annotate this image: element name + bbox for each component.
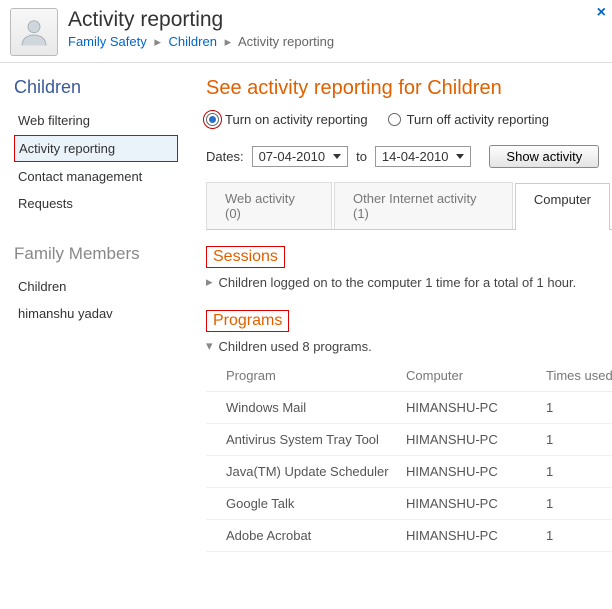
sidebar: Children Web filtering Activity reportin… (0, 63, 178, 552)
breadcrumb-root[interactable]: Family Safety (68, 34, 147, 49)
cell-program: Java(TM) Update Scheduler (226, 464, 406, 479)
cell-program: Antivirus System Tray Tool (226, 432, 406, 447)
table-row: Java(TM) Update Scheduler HIMANSHU-PC 1 (206, 456, 612, 488)
sidebar-item-web-filtering[interactable]: Web filtering (14, 108, 178, 133)
collapse-icon[interactable] (206, 338, 213, 354)
header: Activity reporting Family Safety ▸ Child… (0, 0, 612, 63)
cell-times: 1 (546, 400, 612, 415)
sessions-text: Children logged on to the computer 1 tim… (219, 275, 577, 290)
col-times-used: Times used (546, 368, 612, 383)
chevron-down-icon (333, 154, 341, 159)
close-icon[interactable]: × (597, 4, 606, 22)
table-row: Windows Mail HIMANSHU-PC 1 (206, 392, 612, 424)
cell-program: Windows Mail (226, 400, 406, 415)
user-avatar-icon (10, 8, 58, 56)
radio-turn-off[interactable]: Turn off activity reporting (388, 112, 549, 127)
table-row: Google Talk HIMANSHU-PC 1 (206, 488, 612, 520)
col-program: Program (226, 368, 406, 383)
cell-computer: HIMANSHU-PC (406, 464, 546, 479)
radio-turn-on[interactable]: Turn on activity reporting (206, 112, 368, 127)
sidebar-heading-family: Family Members (14, 244, 178, 264)
programs-summary: Children used 8 programs. (219, 339, 372, 354)
sidebar-item-contact-management[interactable]: Contact management (14, 164, 178, 189)
cell-computer: HIMANSHU-PC (406, 432, 546, 447)
cell-times: 1 (546, 528, 612, 543)
programs-heading: Programs (206, 310, 289, 332)
tab-web-activity[interactable]: Web activity (0) (206, 182, 332, 229)
programs-table: Program Computer Times used Windows Mail… (206, 360, 612, 552)
show-activity-button[interactable]: Show activity (489, 145, 599, 168)
radio-on-icon (206, 113, 219, 126)
tabs: Web activity (0) Other Internet activity… (206, 182, 612, 230)
breadcrumb-child[interactable]: Children (169, 34, 217, 49)
cell-times: 1 (546, 496, 612, 511)
radio-on-label: Turn on activity reporting (225, 112, 368, 127)
breadcrumb-sep: ▸ (154, 34, 161, 49)
sessions-heading: Sessions (206, 246, 285, 268)
date-to-value: 14-04-2010 (382, 149, 449, 164)
breadcrumb-sep: ▸ (225, 34, 232, 49)
date-to-select[interactable]: 14-04-2010 (375, 146, 472, 167)
date-from-value: 07-04-2010 (259, 149, 326, 164)
date-from-select[interactable]: 07-04-2010 (252, 146, 349, 167)
cell-computer: HIMANSHU-PC (406, 400, 546, 415)
cell-program: Adobe Acrobat (226, 528, 406, 543)
sidebar-family-himanshu[interactable]: himanshu yadav (14, 301, 178, 326)
table-row: Antivirus System Tray Tool HIMANSHU-PC 1 (206, 424, 612, 456)
col-computer: Computer (406, 368, 546, 383)
sidebar-item-activity-reporting[interactable]: Activity reporting (14, 135, 178, 162)
radio-off-icon (388, 113, 401, 126)
breadcrumb-current: Activity reporting (238, 34, 334, 49)
cell-computer: HIMANSHU-PC (406, 528, 546, 543)
cell-times: 1 (546, 464, 612, 479)
main-title: See activity reporting for Children (206, 77, 612, 100)
radio-off-label: Turn off activity reporting (407, 112, 549, 127)
cell-program: Google Talk (226, 496, 406, 511)
tab-other-internet[interactable]: Other Internet activity (1) (334, 182, 513, 229)
sidebar-family-children[interactable]: Children (14, 274, 178, 299)
dates-label: Dates: (206, 149, 244, 164)
main-content: See activity reporting for Children Turn… (178, 63, 612, 552)
sidebar-item-requests[interactable]: Requests (14, 191, 178, 216)
date-to-label: to (356, 149, 367, 164)
cell-times: 1 (546, 432, 612, 447)
expand-icon[interactable] (206, 274, 213, 290)
chevron-down-icon (456, 154, 464, 159)
sidebar-heading-children: Children (14, 77, 178, 98)
breadcrumb: Family Safety ▸ Children ▸ Activity repo… (68, 34, 602, 50)
page-title: Activity reporting (68, 8, 602, 32)
tab-computer[interactable]: Computer (515, 183, 610, 230)
cell-computer: HIMANSHU-PC (406, 496, 546, 511)
table-row: Adobe Acrobat HIMANSHU-PC 1 (206, 520, 612, 552)
